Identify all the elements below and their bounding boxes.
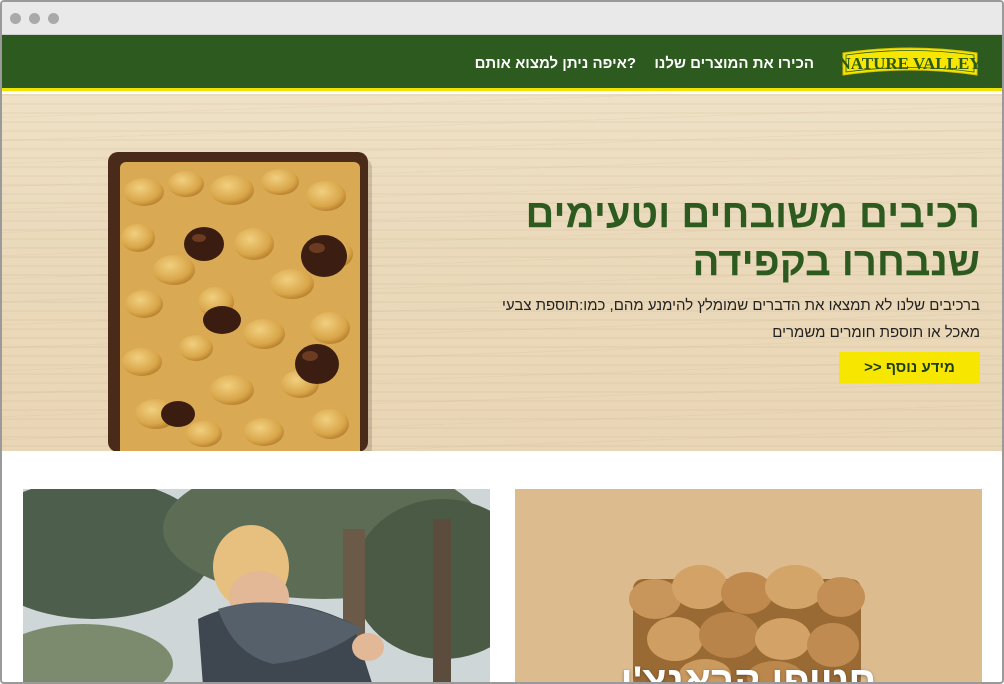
more-info-button[interactable]: מידע נוסף << (839, 352, 980, 383)
nav-our-products[interactable]: הכירו את המוצרים שלנו (654, 55, 814, 72)
child-outdoors-image (23, 489, 490, 682)
hero-title: רכיבים משובחים וטעימים שנבחרו בקפידה (460, 190, 981, 286)
hero-banner: רכיבים משובחים וטעימים שנבחרו בקפידה ברכ… (2, 94, 1002, 451)
hero-description-line-1: ברכיבים שלנו לא תמצאו את הדברים שמומלץ ל… (502, 297, 980, 314)
hero-description: ברכיבים שלנו לא תמצאו את הדברים שמומלץ ל… (460, 292, 980, 346)
browser-toolbar (2, 2, 1002, 35)
site-header: NATURE VALLEY הכירו את המוצרים שלנו ?איפ… (2, 35, 1002, 91)
crunchy-card-title: חטיפי קראנצ'י (620, 659, 877, 684)
window-minimize-icon[interactable] (29, 13, 40, 24)
hero-title-line-2: שנבחרו בקפידה (692, 240, 980, 284)
nature-valley-logo[interactable]: NATURE VALLEY (838, 45, 982, 81)
window-maximize-icon[interactable] (48, 13, 59, 24)
browser-window: NATURE VALLEY הכירו את המוצרים שלנו ?איפ… (0, 0, 1004, 684)
crunchy-granola-bar-image (515, 489, 982, 682)
nav-where-to-buy[interactable]: ?איפה ניתן למצוא אותם (475, 55, 636, 72)
promo-card-kids[interactable] (23, 489, 490, 682)
promo-card-crunchy[interactable]: חטיפי קראנצ'י (515, 489, 982, 684)
granola-bar-image (108, 152, 372, 451)
hero-description-line-2: מאכל או תוספת חומרים משמרים (772, 324, 980, 341)
hero-title-line-1: רכיבים משובחים וטעימים (525, 192, 981, 236)
svg-text:NATURE VALLEY: NATURE VALLEY (840, 54, 980, 73)
window-close-icon[interactable] (10, 13, 21, 24)
nature-valley-logo-icon: NATURE VALLEY (838, 47, 982, 76)
